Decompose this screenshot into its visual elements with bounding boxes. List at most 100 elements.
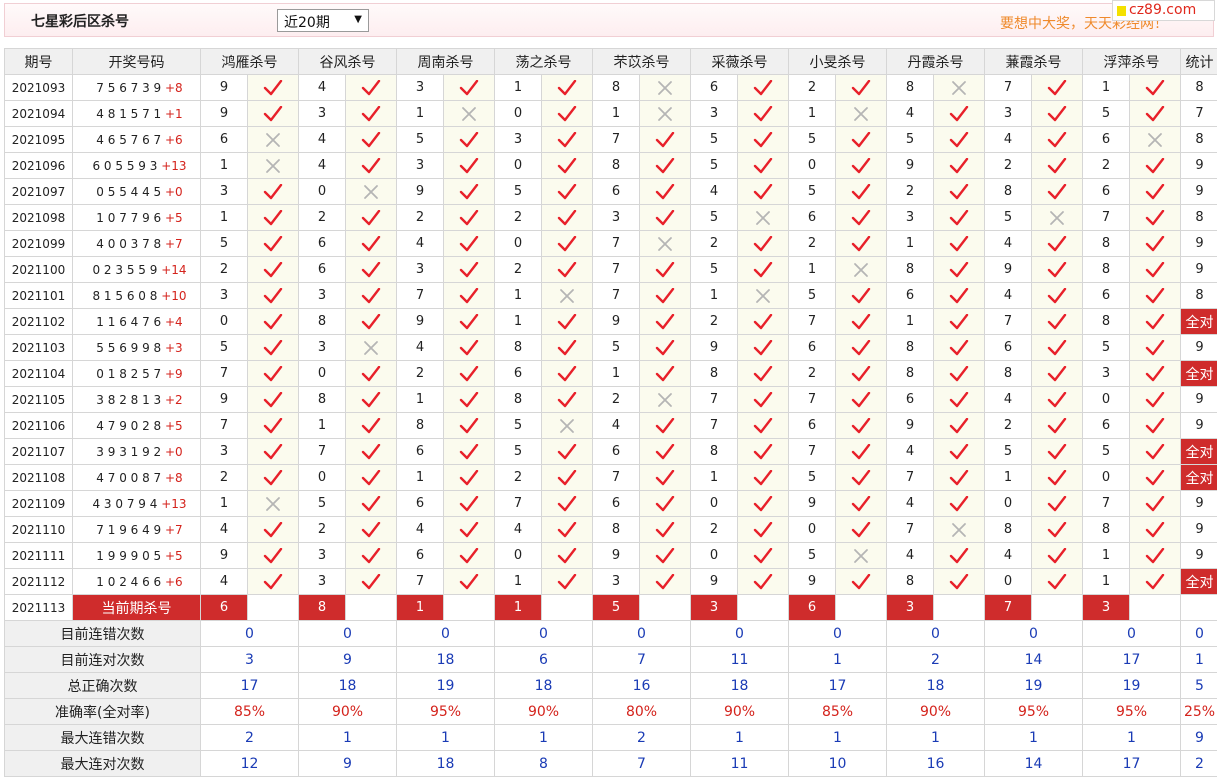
- stat-cell: 9: [1180, 490, 1217, 517]
- pick-cell: 4: [886, 542, 934, 569]
- check-icon: [933, 126, 985, 153]
- check-icon: [541, 230, 593, 257]
- check-icon: [1129, 100, 1181, 127]
- pick-cell: 6: [984, 334, 1032, 361]
- check-icon: [345, 490, 397, 517]
- pick-cell: 1: [690, 464, 738, 491]
- pick-cell: 4: [298, 74, 346, 101]
- summary-value: 85%: [788, 698, 887, 725]
- pick-cell: 4: [494, 516, 542, 543]
- summary-value: 2: [1180, 750, 1217, 777]
- period-select[interactable]: 近20期 ▼: [277, 9, 369, 32]
- summary-label: 目前连对次数: [4, 646, 201, 673]
- check-icon: [247, 256, 299, 283]
- summary-value: 0: [1180, 620, 1217, 647]
- cross-icon: [247, 126, 299, 153]
- draw-cell: 1 0 2 4 6 6 +6: [72, 568, 201, 595]
- stat-cell: 7: [1180, 100, 1217, 127]
- draw-numbers: 6 0 5 5 9 3: [92, 158, 162, 173]
- pick-cell: 9: [886, 152, 934, 179]
- pick-cell: 9: [396, 178, 444, 205]
- pick-cell: 1: [200, 204, 248, 231]
- check-icon: [443, 360, 495, 387]
- pick-cell: 3: [298, 282, 346, 309]
- pick-cell: 2: [788, 230, 836, 257]
- draw-cell: 4 3 0 7 9 4 +13: [72, 490, 201, 517]
- pick-cell: 6: [396, 542, 444, 569]
- pick-cell: 0: [494, 542, 542, 569]
- cross-icon: [443, 100, 495, 127]
- pick-cell: 5: [298, 490, 346, 517]
- draw-cell: 4 7 0 0 8 7 +8: [72, 464, 201, 491]
- cross-icon: [345, 178, 397, 205]
- draw-cell: 6 0 5 5 9 3 +13: [72, 152, 201, 179]
- pick-cell: 4: [298, 126, 346, 153]
- issue-cell: 2021108: [4, 464, 73, 491]
- pick-cell: 5: [690, 126, 738, 153]
- pick-cell: 5: [788, 542, 836, 569]
- pick-cell: 8: [494, 334, 542, 361]
- pick-cell: 5: [494, 438, 542, 465]
- check-icon: [933, 152, 985, 179]
- check-icon: [933, 438, 985, 465]
- check-icon: [345, 360, 397, 387]
- table-row: 2021094 4 8 1 5 7 1 +1 9 3 1 0 1 3 1 4 3 5 7: [4, 100, 1217, 127]
- summary-value: 1: [788, 724, 887, 751]
- summary-value: 95%: [1082, 698, 1181, 725]
- col-header-expert-1: 鸿雁杀号: [200, 48, 299, 75]
- pick-cell: 8: [1082, 230, 1130, 257]
- check-icon: [247, 438, 299, 465]
- pick-cell: 7: [592, 464, 640, 491]
- cross-icon: [639, 100, 691, 127]
- table-row: 2021100 0 2 3 5 5 9 +14 2 6 3 2 7 5 1 8 9 8 9: [4, 256, 1217, 283]
- pick-cell: 4: [396, 230, 444, 257]
- check-icon: [639, 516, 691, 543]
- check-icon: [835, 178, 887, 205]
- summary-value: 1: [886, 724, 985, 751]
- check-icon: [639, 490, 691, 517]
- pick-cell: 8: [984, 178, 1032, 205]
- check-icon: [541, 256, 593, 283]
- pick-cell: 6: [788, 412, 836, 439]
- summary-value: 2: [886, 646, 985, 673]
- pick-cell: 7: [886, 516, 934, 543]
- pick-cell: 5: [1082, 334, 1130, 361]
- check-icon: [1129, 152, 1181, 179]
- blank-cell: [639, 594, 691, 621]
- pick-cell: 6: [886, 386, 934, 413]
- pick-cell: 1: [200, 152, 248, 179]
- pick-cell: 8: [396, 412, 444, 439]
- check-icon: [443, 204, 495, 231]
- check-icon: [639, 204, 691, 231]
- current-pick: 8: [298, 594, 346, 621]
- summary-value: 1: [984, 724, 1083, 751]
- pick-cell: 4: [984, 230, 1032, 257]
- pick-cell: 0: [984, 490, 1032, 517]
- draw-cell: 7 1 9 6 4 9 +7: [72, 516, 201, 543]
- table-row: 2021111 1 9 9 9 0 5 +5 9 3 6 0 9 0 5 4 4 1 9: [4, 542, 1217, 569]
- issue-cell: 2021106: [4, 412, 73, 439]
- pick-cell: 9: [396, 308, 444, 335]
- pick-cell: 7: [592, 282, 640, 309]
- stat-cell: 9: [1180, 412, 1217, 439]
- summary-value: 0: [298, 620, 397, 647]
- check-icon: [1129, 412, 1181, 439]
- check-icon: [737, 516, 789, 543]
- current-pick: 3: [1082, 594, 1130, 621]
- summary-value: 0: [494, 620, 593, 647]
- blank-cell: [541, 594, 593, 621]
- draw-numbers: 1 0 2 4 6 6: [96, 574, 165, 589]
- pick-cell: 8: [298, 386, 346, 413]
- issue-cell: 2021094: [4, 100, 73, 127]
- site-badge[interactable]: cz89.com: [1112, 0, 1215, 21]
- summary-value: 17: [1082, 750, 1181, 777]
- pick-cell: 9: [690, 568, 738, 595]
- check-icon: [1129, 464, 1181, 491]
- blank-cell: [443, 594, 495, 621]
- table-header-row: 期号 开奖号码 鸿雁杀号 谷风杀号 周南杀号 荡之杀号 芣苡杀号 采薇杀号 小旻杀号 丹霞杀号 蒹霞…: [4, 48, 1217, 75]
- check-icon: [541, 360, 593, 387]
- check-icon: [541, 386, 593, 413]
- pick-cell: 2: [396, 360, 444, 387]
- pick-cell: 7: [200, 360, 248, 387]
- check-icon: [933, 490, 985, 517]
